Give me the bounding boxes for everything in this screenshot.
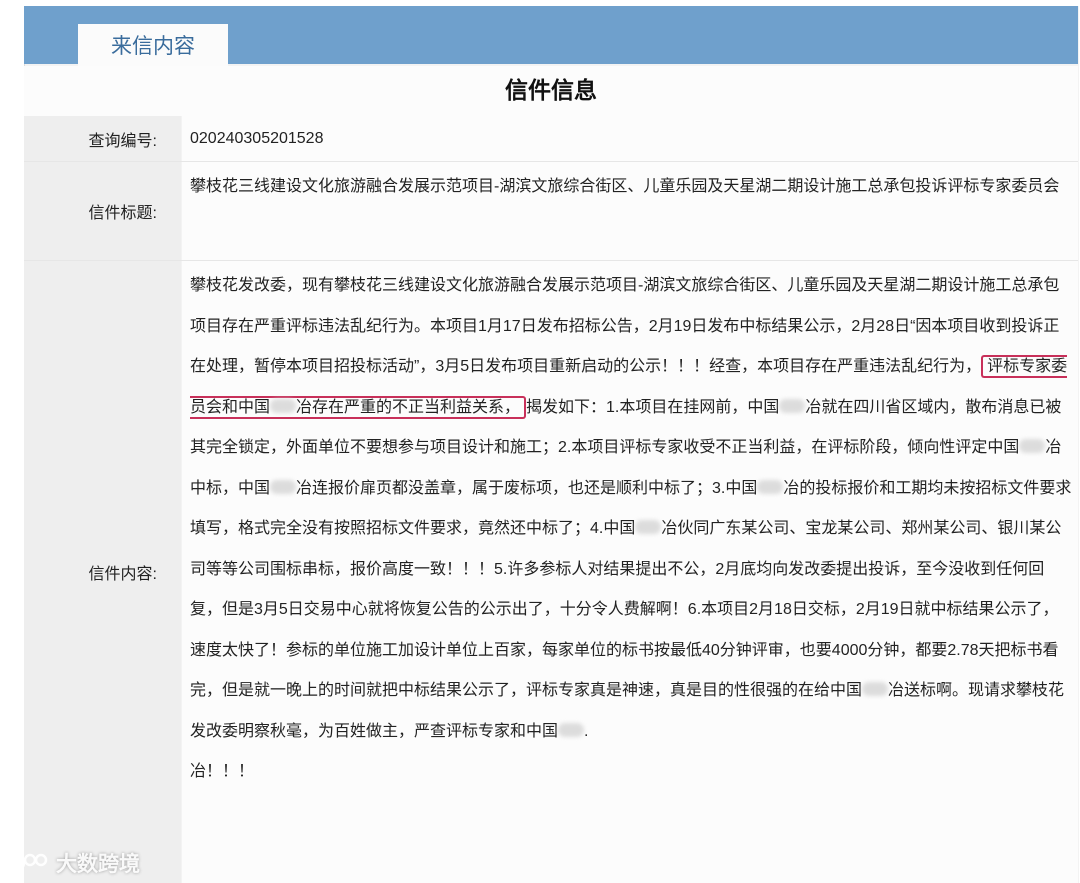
query-number-label: 查询编号: [24, 116, 181, 161]
redacted-text [635, 520, 662, 534]
content-text: 冶！！！ [190, 763, 255, 780]
redacted-text [757, 479, 784, 494]
content-text: 揭发如下：1.本项目在挂网前，中国 [526, 398, 780, 416]
redacted-text [862, 682, 889, 696]
content-text: 冶伙同广东某公司、宝龙某公司、郑州某公司、银川某公司等等公司围标串标，报价高度一… [190, 520, 1062, 699]
letter-content-body: 攀枝花发改委，现有攀枝花三线建设文化旅游融合发展示范项目-湖滨文旅综合街区、儿童… [182, 261, 1078, 883]
content-text: . [584, 722, 589, 740]
redacted-text [270, 398, 297, 413]
tab-bar: 来信内容 [24, 6, 1078, 70]
subject-label: 信件标题: [24, 162, 181, 260]
redacted-text [558, 722, 585, 737]
watermark: 大数跨境 [8, 848, 140, 878]
content-text: 冶连报价扉页都没盖章，属于废标项，也还是顺利中标了；3.中国 [296, 479, 758, 497]
subject-value: 攀枝花三线建设文化旅游融合发展示范项目-湖滨文旅综合街区、儿童乐园及天星湖二期设… [182, 162, 1078, 260]
query-number-value: 020240305201528 [182, 116, 1078, 161]
content-text: 冶存在严重的不正当利益关系， [296, 398, 521, 416]
page-title: 信件信息 [24, 66, 1078, 116]
redacted-text [1019, 439, 1046, 453]
watermark-logo-icon [8, 853, 48, 872]
redacted-text [270, 479, 297, 494]
content-label: 信件内容: [24, 261, 181, 883]
redacted-text [779, 398, 806, 413]
tab-letter-content[interactable]: 来信内容 [78, 24, 228, 70]
watermark-text: 大数跨境 [56, 853, 140, 876]
content-text: 攀枝花发改委，现有攀枝花三线建设文化旅游融合发展示范项目-湖滨文旅综合街区、儿童… [190, 277, 1060, 375]
